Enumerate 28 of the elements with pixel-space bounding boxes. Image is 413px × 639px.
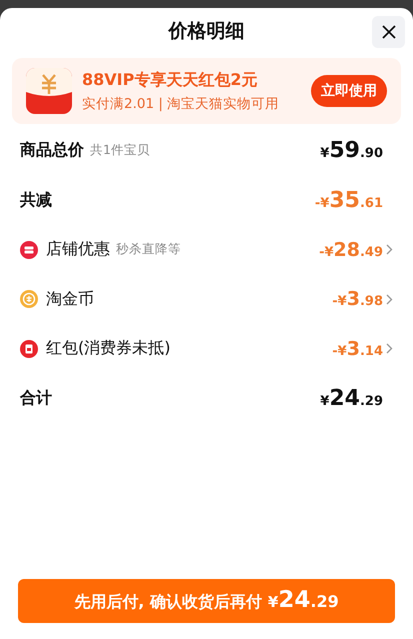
coin-icon xyxy=(20,290,38,308)
chevron-right-icon[interactable] xyxy=(386,244,393,256)
amount: ¥59.90 xyxy=(320,138,383,164)
close-button[interactable] xyxy=(372,16,405,48)
amount: ¥24.29 xyxy=(320,386,383,411)
amount: -¥3.14 xyxy=(332,338,383,360)
promo-subtitle: 实付满2.01 | 淘宝天猫实物可用 xyxy=(82,94,280,112)
row-note: 共1件宝贝 xyxy=(90,142,150,160)
envelope-icon xyxy=(26,68,72,114)
sheet-title: 价格明细 xyxy=(168,19,244,44)
row-label: 合计 xyxy=(20,388,52,409)
row-label: 共减 xyxy=(20,190,52,211)
amount: -¥35.61 xyxy=(314,188,383,213)
chevron-right-icon[interactable] xyxy=(386,343,393,354)
row-label: 淘金币 xyxy=(46,288,94,310)
amount: -¥28.49 xyxy=(319,238,383,261)
use-now-button[interactable]: 立即使用 xyxy=(311,75,387,107)
row-label: 红包(消费券未抵) xyxy=(46,338,170,360)
row-note: 秒杀直降等 xyxy=(116,241,181,258)
chevron-right-icon[interactable] xyxy=(386,294,393,305)
close-icon[interactable] xyxy=(380,24,396,40)
row-label: 店铺优惠 xyxy=(46,239,110,260)
amount: -¥3.98 xyxy=(332,288,383,310)
promo-title: 88VIP专享天天红包2元 xyxy=(82,70,258,90)
shop-icon xyxy=(20,240,38,259)
pay-button[interactable]: 先用后付, 确认收货后再付 ¥24.29 xyxy=(18,579,395,623)
gift-packet-icon xyxy=(20,340,38,358)
row-label: 商品总价 xyxy=(20,140,84,162)
